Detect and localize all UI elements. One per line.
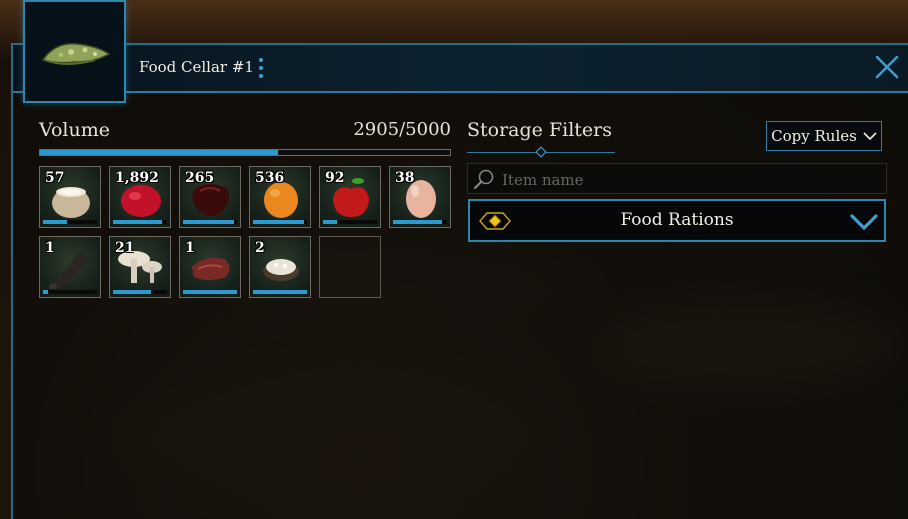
- item-quantity: 536: [255, 170, 285, 186]
- item-durability-fill: [253, 290, 307, 294]
- item-durability-bar: [253, 290, 307, 294]
- copy-rules-button[interactable]: Copy Rules: [766, 121, 882, 151]
- volume-label: Volume: [39, 119, 110, 141]
- inventory-slot[interactable]: 265: [179, 166, 241, 228]
- chevron-down-icon: [850, 214, 878, 231]
- storage-filters-title: Storage Filters: [467, 119, 612, 141]
- chevron-down-icon: [863, 131, 877, 140]
- item-durability-fill: [393, 220, 442, 224]
- item-quantity: 21: [115, 240, 135, 256]
- inventory-grid: 57 1,892 265 536 92 38 1 21 1 2: [39, 166, 453, 300]
- item-durability-bar: [43, 290, 97, 294]
- item-durability-bar: [183, 220, 237, 224]
- inventory-slot[interactable]: 536: [249, 166, 311, 228]
- item-quantity: 1: [45, 240, 55, 256]
- close-icon[interactable]: [874, 54, 900, 80]
- item-durability-fill: [113, 290, 151, 294]
- item-name-input[interactable]: [500, 168, 874, 192]
- inventory-slot[interactable]: 21: [109, 236, 171, 298]
- copy-rules-label: Copy Rules: [771, 127, 857, 145]
- item-durability-bar: [113, 220, 167, 224]
- item-quantity: 1: [185, 240, 195, 256]
- inventory-slot[interactable]: 2: [249, 236, 311, 298]
- inventory-slot[interactable]: 38: [389, 166, 451, 228]
- item-durability-fill: [253, 220, 305, 224]
- inventory-slot[interactable]: 1: [39, 236, 101, 298]
- dropdown-selected-value: Food Rations: [620, 210, 734, 230]
- item-durability-bar: [183, 290, 237, 294]
- item-quantity: 2: [255, 240, 265, 256]
- item-quantity: 38: [395, 170, 415, 186]
- volume-bar: [39, 149, 451, 156]
- volume-bar-fill: [40, 150, 279, 155]
- item-durability-fill: [183, 290, 237, 294]
- inventory-slot[interactable]: 1,892: [109, 166, 171, 228]
- item-durability-bar: [43, 220, 97, 224]
- item-quantity: 1,892: [115, 170, 159, 186]
- item-quantity: 92: [325, 170, 345, 186]
- cheese-wedge-icon: [41, 43, 111, 65]
- item-durability-fill: [113, 220, 162, 224]
- search-icon: [473, 169, 494, 190]
- item-durability-bar: [393, 220, 447, 224]
- inventory-slot[interactable]: 1: [179, 236, 241, 298]
- item-durability-fill: [43, 220, 68, 224]
- volume-value: 2905/5000: [353, 119, 451, 140]
- item-quantity: 265: [185, 170, 215, 186]
- item-durability-bar: [253, 220, 307, 224]
- item-quantity: 57: [45, 170, 65, 186]
- item-search: [467, 163, 887, 194]
- container-portrait: [23, 0, 126, 103]
- more-options-icon[interactable]: [256, 58, 266, 78]
- item-durability-bar: [323, 220, 377, 224]
- item-durability-fill: [43, 290, 49, 294]
- item-durability-fill: [323, 220, 337, 224]
- inventory-slot[interactable]: 92: [319, 166, 381, 228]
- item-durability-fill: [183, 220, 235, 224]
- inventory-slot[interactable]: 57: [39, 166, 101, 228]
- inventory-slot-empty[interactable]: [319, 236, 381, 298]
- window-title: Food Cellar #1: [139, 58, 254, 76]
- filter-category-dropdown[interactable]: Food Rations: [468, 199, 886, 242]
- item-durability-bar: [113, 290, 167, 294]
